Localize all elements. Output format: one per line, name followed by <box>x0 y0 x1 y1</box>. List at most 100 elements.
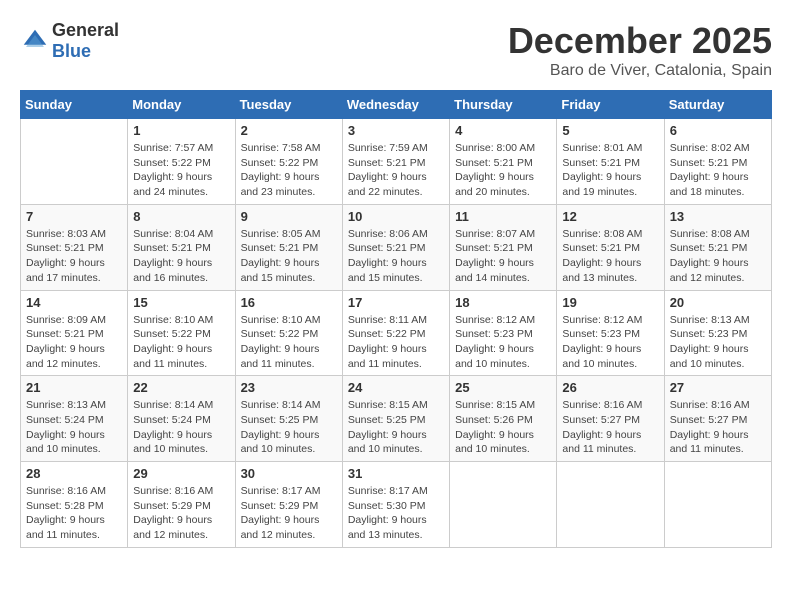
location-title: Baro de Viver, Catalonia, Spain <box>508 62 772 80</box>
day-info: Sunrise: 8:17 AM Sunset: 5:30 PM Dayligh… <box>348 484 444 543</box>
day-info: Sunrise: 8:15 AM Sunset: 5:26 PM Dayligh… <box>455 398 551 457</box>
day-info: Sunrise: 8:16 AM Sunset: 5:28 PM Dayligh… <box>26 484 122 543</box>
day-info: Sunrise: 8:15 AM Sunset: 5:25 PM Dayligh… <box>348 398 444 457</box>
day-info: Sunrise: 8:12 AM Sunset: 5:23 PM Dayligh… <box>562 313 658 372</box>
calendar-table: SundayMondayTuesdayWednesdayThursdayFrid… <box>20 90 772 548</box>
day-info: Sunrise: 7:57 AM Sunset: 5:22 PM Dayligh… <box>133 141 229 200</box>
calendar-cell: 6 Sunrise: 8:02 AM Sunset: 5:21 PM Daylig… <box>664 119 771 205</box>
day-number: 3 <box>348 123 444 138</box>
calendar-header-row: SundayMondayTuesdayWednesdayThursdayFrid… <box>21 91 772 119</box>
calendar-cell: 16 Sunrise: 8:10 AM Sunset: 5:22 PM Dayli… <box>235 290 342 376</box>
day-number: 25 <box>455 380 551 395</box>
day-info: Sunrise: 8:10 AM Sunset: 5:22 PM Dayligh… <box>133 313 229 372</box>
logo-general-text: General <box>52 20 119 40</box>
day-number: 22 <box>133 380 229 395</box>
day-number: 13 <box>670 209 766 224</box>
day-number: 2 <box>241 123 337 138</box>
title-section: December 2025 Baro de Viver, Catalonia, … <box>508 20 772 80</box>
calendar-cell: 23 Sunrise: 8:14 AM Sunset: 5:25 PM Dayli… <box>235 376 342 462</box>
page-header: General Blue December 2025 Baro de Viver… <box>20 20 772 80</box>
calendar-cell <box>450 462 557 548</box>
day-number: 23 <box>241 380 337 395</box>
day-number: 16 <box>241 295 337 310</box>
day-number: 4 <box>455 123 551 138</box>
calendar-cell: 31 Sunrise: 8:17 AM Sunset: 5:30 PM Dayli… <box>342 462 449 548</box>
day-number: 1 <box>133 123 229 138</box>
calendar-cell: 1 Sunrise: 7:57 AM Sunset: 5:22 PM Daylig… <box>128 119 235 205</box>
day-number: 12 <box>562 209 658 224</box>
day-info: Sunrise: 8:06 AM Sunset: 5:21 PM Dayligh… <box>348 227 444 286</box>
calendar-week-row: 21 Sunrise: 8:13 AM Sunset: 5:24 PM Dayli… <box>21 376 772 462</box>
day-info: Sunrise: 8:00 AM Sunset: 5:21 PM Dayligh… <box>455 141 551 200</box>
calendar-cell: 8Sunrise: 8:04 AM Sunset: 5:21 PM Daylig… <box>128 204 235 290</box>
day-info: Sunrise: 8:08 AM Sunset: 5:21 PM Dayligh… <box>562 227 658 286</box>
day-number: 8 <box>133 209 229 224</box>
day-info: Sunrise: 8:16 AM Sunset: 5:27 PM Dayligh… <box>670 398 766 457</box>
day-number: 30 <box>241 466 337 481</box>
month-title: December 2025 <box>508 20 772 62</box>
day-number: 18 <box>455 295 551 310</box>
day-number: 27 <box>670 380 766 395</box>
calendar-cell: 22 Sunrise: 8:14 AM Sunset: 5:24 PM Dayli… <box>128 376 235 462</box>
day-header-monday: Monday <box>128 91 235 119</box>
calendar-cell: 15Sunrise: 8:10 AM Sunset: 5:22 PM Dayli… <box>128 290 235 376</box>
logo-icon <box>20 26 50 56</box>
day-info: Sunrise: 8:01 AM Sunset: 5:21 PM Dayligh… <box>562 141 658 200</box>
calendar-cell: 24 Sunrise: 8:15 AM Sunset: 5:25 PM Dayli… <box>342 376 449 462</box>
calendar-cell <box>664 462 771 548</box>
day-number: 29 <box>133 466 229 481</box>
day-number: 28 <box>26 466 122 481</box>
day-info: Sunrise: 8:09 AM Sunset: 5:21 PM Dayligh… <box>26 313 122 372</box>
logo-blue-text: Blue <box>52 41 91 61</box>
day-number: 21 <box>26 380 122 395</box>
calendar-cell: 14 Sunrise: 8:09 AM Sunset: 5:21 PM Dayli… <box>21 290 128 376</box>
calendar-cell: 25 Sunrise: 8:15 AM Sunset: 5:26 PM Dayli… <box>450 376 557 462</box>
calendar-cell <box>557 462 664 548</box>
day-header-tuesday: Tuesday <box>235 91 342 119</box>
calendar-cell: 11 Sunrise: 8:07 AM Sunset: 5:21 PM Dayli… <box>450 204 557 290</box>
day-info: Sunrise: 8:08 AM Sunset: 5:21 PM Dayligh… <box>670 227 766 286</box>
day-number: 14 <box>26 295 122 310</box>
calendar-cell: 30Sunrise: 8:17 AM Sunset: 5:29 PM Dayli… <box>235 462 342 548</box>
day-number: 26 <box>562 380 658 395</box>
calendar-cell <box>21 119 128 205</box>
day-info: Sunrise: 7:59 AM Sunset: 5:21 PM Dayligh… <box>348 141 444 200</box>
calendar-cell: 5 Sunrise: 8:01 AM Sunset: 5:21 PM Daylig… <box>557 119 664 205</box>
day-header-sunday: Sunday <box>21 91 128 119</box>
calendar-cell: 9Sunrise: 8:05 AM Sunset: 5:21 PM Daylig… <box>235 204 342 290</box>
calendar-cell: 17 Sunrise: 8:11 AM Sunset: 5:22 PM Dayli… <box>342 290 449 376</box>
day-number: 20 <box>670 295 766 310</box>
day-number: 11 <box>455 209 551 224</box>
day-info: Sunrise: 8:13 AM Sunset: 5:24 PM Dayligh… <box>26 398 122 457</box>
day-info: Sunrise: 8:14 AM Sunset: 5:24 PM Dayligh… <box>133 398 229 457</box>
calendar-cell: 13 Sunrise: 8:08 AM Sunset: 5:21 PM Dayli… <box>664 204 771 290</box>
day-info: Sunrise: 8:16 AM Sunset: 5:29 PM Dayligh… <box>133 484 229 543</box>
day-info: Sunrise: 8:10 AM Sunset: 5:22 PM Dayligh… <box>241 313 337 372</box>
calendar-cell: 2 Sunrise: 7:58 AM Sunset: 5:22 PM Daylig… <box>235 119 342 205</box>
day-info: Sunrise: 8:11 AM Sunset: 5:22 PM Dayligh… <box>348 313 444 372</box>
day-info: Sunrise: 7:58 AM Sunset: 5:22 PM Dayligh… <box>241 141 337 200</box>
calendar-cell: 7 Sunrise: 8:03 AM Sunset: 5:21 PM Daylig… <box>21 204 128 290</box>
day-info: Sunrise: 8:14 AM Sunset: 5:25 PM Dayligh… <box>241 398 337 457</box>
day-info: Sunrise: 8:07 AM Sunset: 5:21 PM Dayligh… <box>455 227 551 286</box>
day-info: Sunrise: 8:12 AM Sunset: 5:23 PM Dayligh… <box>455 313 551 372</box>
day-info: Sunrise: 8:03 AM Sunset: 5:21 PM Dayligh… <box>26 227 122 286</box>
day-number: 31 <box>348 466 444 481</box>
day-info: Sunrise: 8:02 AM Sunset: 5:21 PM Dayligh… <box>670 141 766 200</box>
calendar-cell: 10 Sunrise: 8:06 AM Sunset: 5:21 PM Dayli… <box>342 204 449 290</box>
day-number: 6 <box>670 123 766 138</box>
day-number: 17 <box>348 295 444 310</box>
day-number: 7 <box>26 209 122 224</box>
calendar-cell: 18 Sunrise: 8:12 AM Sunset: 5:23 PM Dayli… <box>450 290 557 376</box>
day-number: 10 <box>348 209 444 224</box>
calendar-cell: 27 Sunrise: 8:16 AM Sunset: 5:27 PM Dayli… <box>664 376 771 462</box>
logo: General Blue <box>20 20 119 62</box>
calendar-cell: 26 Sunrise: 8:16 AM Sunset: 5:27 PM Dayli… <box>557 376 664 462</box>
calendar-cell: 21 Sunrise: 8:13 AM Sunset: 5:24 PM Dayli… <box>21 376 128 462</box>
calendar-cell: 29 Sunrise: 8:16 AM Sunset: 5:29 PM Dayli… <box>128 462 235 548</box>
day-header-friday: Friday <box>557 91 664 119</box>
day-number: 24 <box>348 380 444 395</box>
day-info: Sunrise: 8:16 AM Sunset: 5:27 PM Dayligh… <box>562 398 658 457</box>
day-header-wednesday: Wednesday <box>342 91 449 119</box>
day-number: 5 <box>562 123 658 138</box>
